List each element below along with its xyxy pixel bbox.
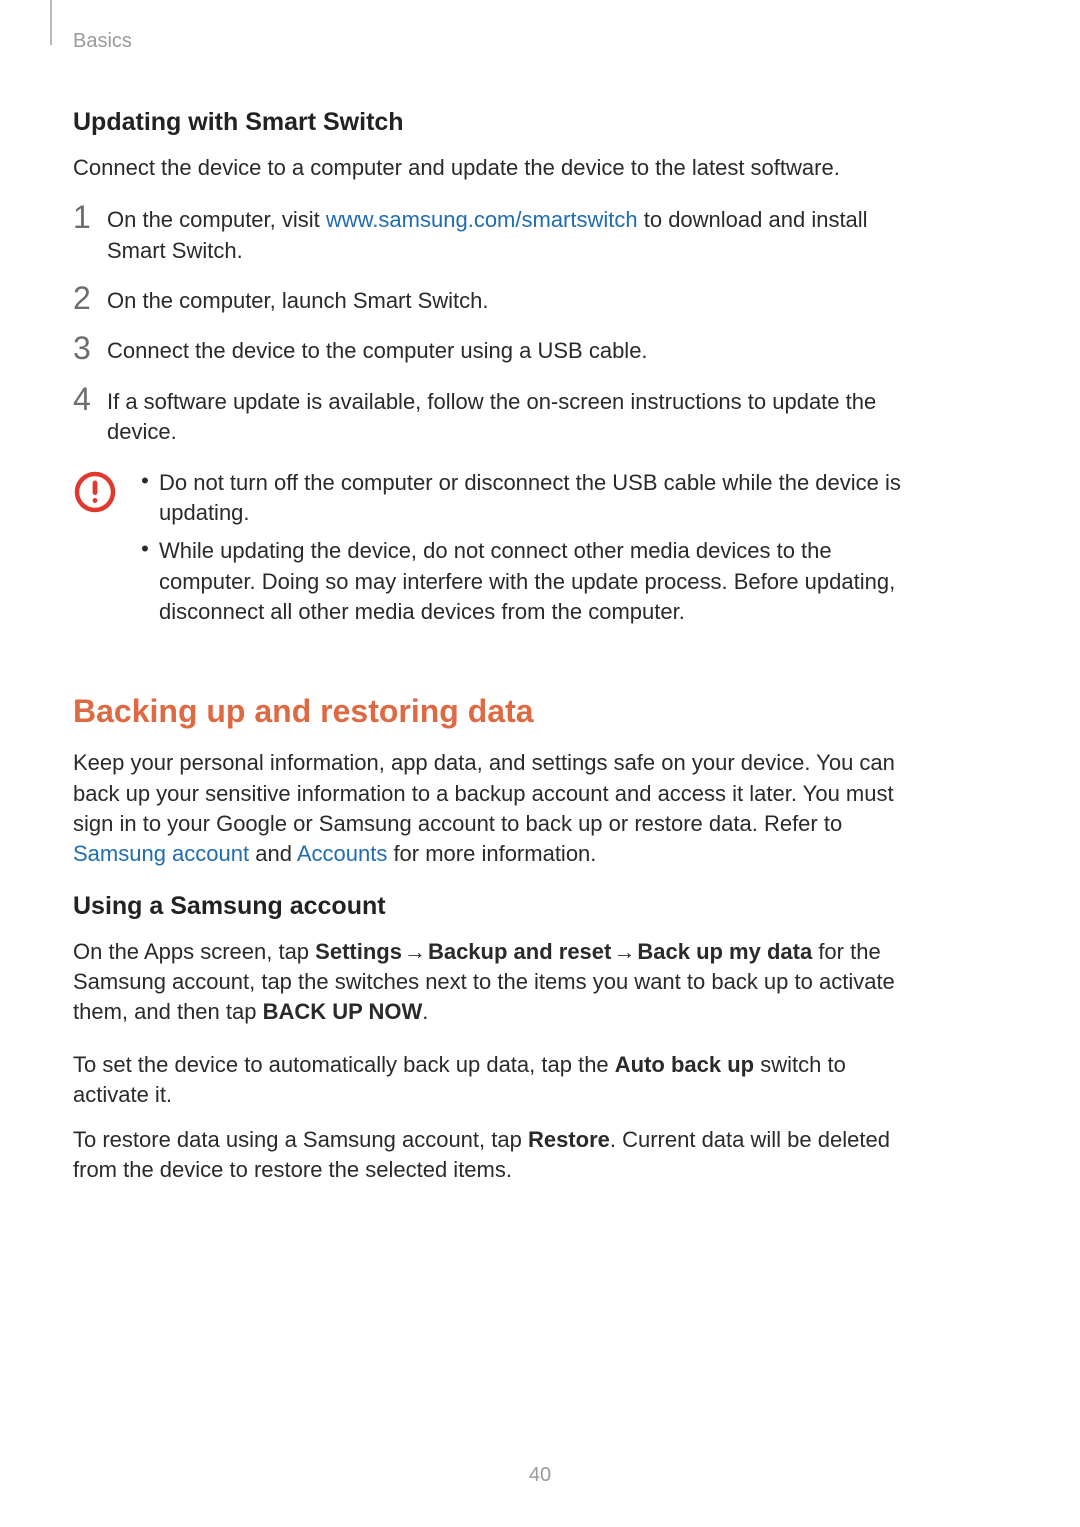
- step-number: 2: [73, 282, 107, 314]
- arrow-icon: →: [611, 937, 637, 967]
- text-fragment: To set the device to automatically back …: [73, 1052, 615, 1077]
- text-fragment: To restore data using a Samsung account,…: [73, 1127, 528, 1152]
- step-number: 4: [73, 383, 107, 415]
- paragraph-b3: To restore data using a Samsung account,…: [73, 1125, 913, 1186]
- ui-label-backup-now: BACK UP NOW: [263, 999, 423, 1024]
- arrow-icon: →: [402, 937, 428, 967]
- page-content: Updating with Smart Switch Connect the d…: [73, 108, 913, 1207]
- list-item: • While updating the device, do not conn…: [137, 536, 913, 627]
- link-samsung-account[interactable]: Samsung account: [73, 841, 249, 866]
- paragraph-intro-a: Connect the device to a computer and upd…: [73, 153, 913, 183]
- step-text: On the computer, visit www.samsung.com/s…: [107, 205, 913, 266]
- link-smartswitch[interactable]: www.samsung.com/smartswitch: [326, 207, 638, 232]
- step-number: 3: [73, 332, 107, 364]
- bullet-text: While updating the device, do not connec…: [159, 536, 913, 627]
- paragraph-b1: On the Apps screen, tap Settings → Backu…: [73, 937, 913, 1028]
- step-2: 2 On the computer, launch Smart Switch.: [73, 286, 913, 316]
- subheading-samsung-account: Using a Samsung account: [73, 892, 913, 921]
- document-page: Basics Updating with Smart Switch Connec…: [0, 0, 1080, 1527]
- bullet-icon: •: [137, 534, 153, 564]
- bullet-text: Do not turn off the computer or disconne…: [159, 468, 913, 529]
- list-item: • Do not turn off the computer or discon…: [137, 468, 913, 529]
- ui-label-auto-backup: Auto back up: [615, 1052, 754, 1077]
- bullet-icon: •: [137, 466, 153, 496]
- ui-label-backup-reset: Backup and reset: [428, 939, 611, 964]
- step-text: If a software update is available, follo…: [107, 387, 913, 448]
- text-fragment: .: [422, 999, 428, 1024]
- caution-list: • Do not turn off the computer or discon…: [137, 468, 913, 636]
- step-number: 1: [73, 201, 107, 233]
- page-number: 40: [0, 1464, 1080, 1487]
- step-text: On the computer, launch Smart Switch.: [107, 286, 913, 316]
- caution-callout: • Do not turn off the computer or discon…: [73, 468, 913, 636]
- text-fragment: On the computer, visit: [107, 207, 326, 232]
- subheading-smart-switch: Updating with Smart Switch: [73, 108, 913, 137]
- text-fragment: On the Apps screen, tap: [73, 939, 315, 964]
- link-accounts[interactable]: Accounts: [297, 841, 388, 866]
- text-fragment: and: [249, 841, 297, 866]
- caution-icon: [73, 470, 117, 519]
- ui-label-restore: Restore: [528, 1127, 610, 1152]
- ui-label-backup-my-data: Back up my data: [637, 939, 812, 964]
- ordered-steps: 1 On the computer, visit www.samsung.com…: [73, 205, 913, 447]
- page-header: Basics: [0, 0, 1080, 60]
- paragraph-b2: To set the device to automatically back …: [73, 1050, 913, 1111]
- step-4: 4 If a software update is available, fol…: [73, 387, 913, 448]
- step-3: 3 Connect the device to the computer usi…: [73, 336, 913, 366]
- paragraph-intro-b: Keep your personal information, app data…: [73, 748, 913, 869]
- header-divider: [50, 0, 52, 45]
- ui-label-settings: Settings: [315, 939, 402, 964]
- step-1: 1 On the computer, visit www.samsung.com…: [73, 205, 913, 266]
- text-fragment: for more information.: [387, 841, 596, 866]
- text-fragment: Keep your personal information, app data…: [73, 750, 895, 836]
- heading-backup-restore: Backing up and restoring data: [73, 693, 913, 730]
- step-text: Connect the device to the computer using…: [107, 336, 913, 366]
- breadcrumb: Basics: [73, 30, 132, 53]
